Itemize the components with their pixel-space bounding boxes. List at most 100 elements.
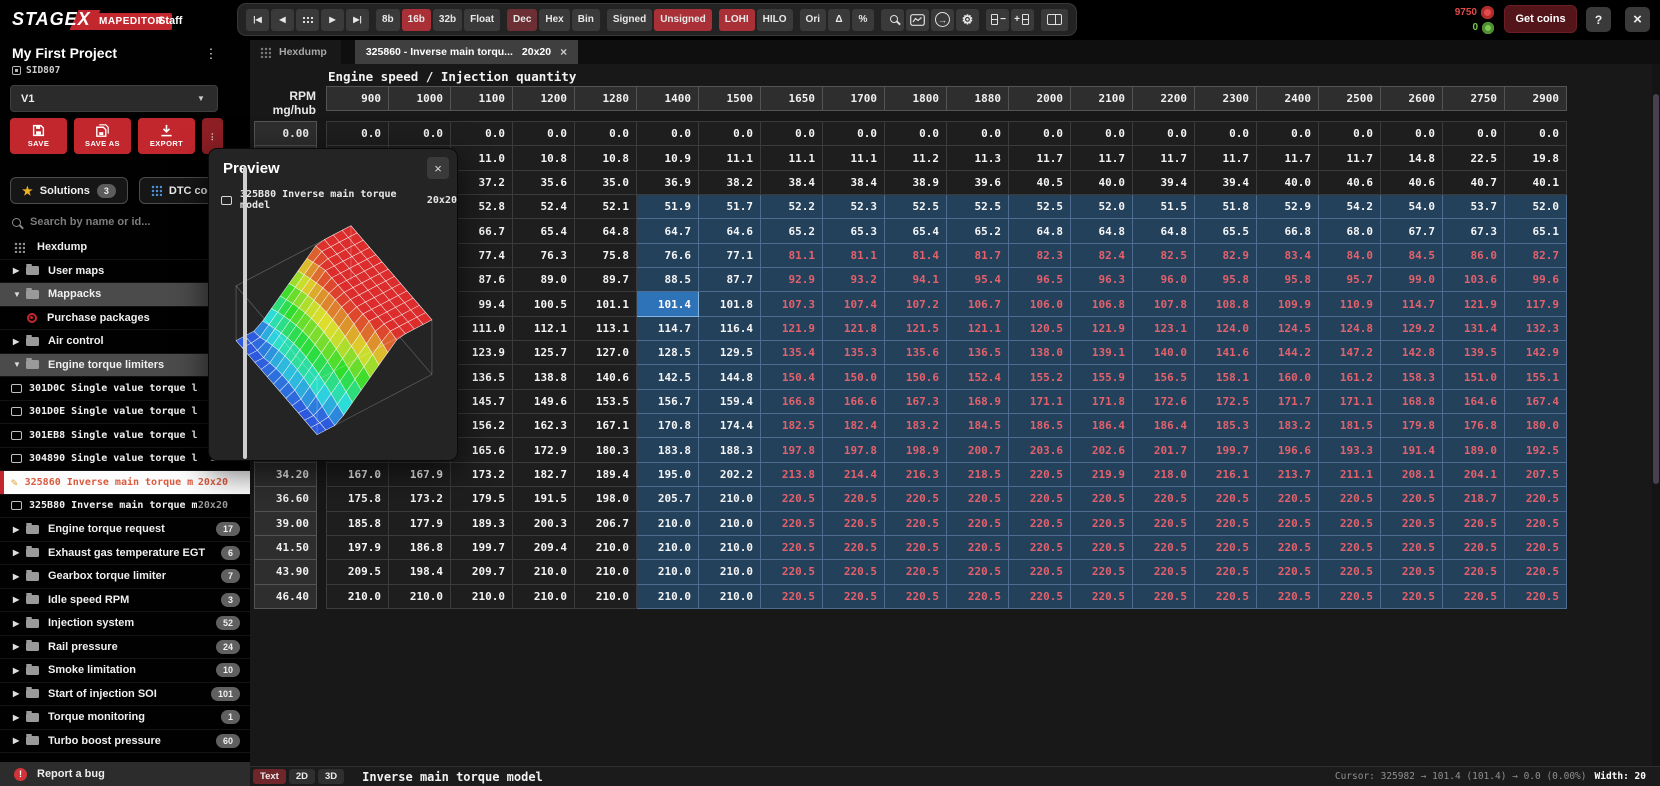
table-cell[interactable]: 220.5 — [1195, 511, 1257, 536]
table-cell[interactable]: 11.0 — [451, 146, 513, 171]
table-cell[interactable]: 144.8 — [699, 365, 761, 390]
save-as-button[interactable]: SAVE AS — [74, 118, 131, 154]
table-cell[interactable]: 161.2 — [1319, 365, 1381, 390]
table-cell[interactable]: 210.0 — [637, 511, 699, 536]
table-cell[interactable]: 220.5 — [947, 511, 1009, 536]
table-cell[interactable]: 200.3 — [513, 511, 575, 536]
table-cell[interactable]: 77.1 — [699, 243, 761, 269]
tree-folder-gearbox-torque-limiter[interactable]: ▶ Gearbox torque limiter 7 — [0, 565, 250, 589]
table-cell[interactable]: 149.6 — [513, 389, 575, 415]
table-cell[interactable]: 220.5 — [1009, 560, 1071, 585]
table-cell[interactable]: 191.5 — [513, 487, 575, 512]
table-cell[interactable]: 135.4 — [761, 341, 823, 366]
table-cell[interactable]: 52.5 — [947, 195, 1009, 220]
lohi-button[interactable]: LOHI — [718, 8, 755, 31]
table-cell[interactable]: 84.0 — [1319, 243, 1381, 269]
table-cell[interactable]: 202.6 — [1071, 438, 1133, 463]
table-cell[interactable]: 101.8 — [699, 292, 761, 317]
table-cell[interactable]: 100.5 — [513, 292, 575, 317]
table-cell[interactable]: 220.5 — [1319, 487, 1381, 512]
table-cell[interactable]: 158.3 — [1381, 365, 1443, 390]
table-cell[interactable]: 209.4 — [513, 535, 575, 561]
table-cell[interactable]: 0.0 — [451, 122, 513, 147]
col-header-900[interactable]: 900 — [327, 87, 389, 111]
table-cell[interactable]: 220.5 — [947, 535, 1009, 561]
table-cell[interactable]: 38.2 — [699, 170, 761, 196]
table-cell[interactable]: 179.8 — [1381, 414, 1443, 439]
table-cell[interactable]: 67.3 — [1443, 219, 1505, 244]
table-cell[interactable]: 220.5 — [1071, 511, 1133, 536]
table-cell[interactable]: 82.5 — [1133, 243, 1195, 269]
col-header-2500[interactable]: 2500 — [1319, 87, 1381, 111]
table-cell[interactable]: 14.8 — [1381, 146, 1443, 171]
table-cell[interactable]: 220.5 — [1009, 511, 1071, 536]
table-cell[interactable]: 152.4 — [947, 365, 1009, 390]
table-cell[interactable]: 172.6 — [1133, 389, 1195, 415]
table-cell[interactable]: 186.4 — [1133, 414, 1195, 439]
table-cell[interactable]: 173.2 — [451, 462, 513, 488]
table-cell[interactable]: 64.8 — [1009, 219, 1071, 244]
table-cell[interactable]: 87.6 — [451, 268, 513, 293]
table-cell[interactable]: 52.4 — [513, 195, 575, 220]
table-cell[interactable]: 128.5 — [637, 341, 699, 366]
table-cell[interactable]: 65.2 — [947, 219, 1009, 244]
table-cell[interactable]: 124.5 — [1257, 316, 1319, 342]
table-cell[interactable]: 138.8 — [513, 365, 575, 390]
table-cell[interactable]: 220.5 — [1195, 535, 1257, 561]
table-cell[interactable]: 220.5 — [1009, 535, 1071, 561]
table-cell[interactable]: 0.0 — [1133, 122, 1195, 147]
tree-folder-injection-system[interactable]: ▶ Injection system 52 — [0, 612, 250, 636]
col-header-2300[interactable]: 2300 — [1195, 87, 1257, 111]
table-cell[interactable]: 185.8 — [327, 511, 389, 536]
hilo-button[interactable]: HILO — [756, 8, 793, 31]
table-cell[interactable]: 193.3 — [1319, 438, 1381, 463]
table-cell[interactable]: 220.5 — [1505, 487, 1567, 512]
table-cell[interactable]: 40.5 — [1009, 170, 1071, 196]
table-cell[interactable]: 220.5 — [1319, 584, 1381, 609]
original-values-button[interactable]: Ori — [799, 8, 826, 31]
table-cell[interactable]: 210.0 — [699, 511, 761, 536]
get-coins-button[interactable]: Get coins — [1504, 5, 1577, 33]
table-cell[interactable]: 213.7 — [1257, 462, 1319, 488]
table-cell[interactable]: 107.4 — [823, 292, 885, 317]
table-cell[interactable]: 202.2 — [699, 462, 761, 488]
table-cell[interactable]: 52.0 — [1505, 195, 1567, 220]
table-cell[interactable]: 182.4 — [823, 414, 885, 439]
table-cell[interactable]: 139.1 — [1071, 341, 1133, 366]
main-scrollbar-thumb[interactable] — [1653, 94, 1659, 484]
table-cell[interactable]: 110.9 — [1319, 292, 1381, 317]
table-cell[interactable]: 95.7 — [1319, 268, 1381, 293]
table-cell[interactable]: 11.1 — [699, 146, 761, 171]
col-header-1700[interactable]: 1700 — [823, 87, 885, 111]
table-cell[interactable]: 151.0 — [1443, 365, 1505, 390]
table-cell[interactable]: 99.6 — [1505, 268, 1567, 293]
table-cell[interactable]: 197.9 — [327, 535, 389, 561]
table-cell[interactable]: 40.1 — [1505, 170, 1567, 196]
table-cell[interactable]: 40.0 — [1257, 170, 1319, 196]
table-cell[interactable]: 0.0 — [513, 122, 575, 147]
table-cell[interactable]: 188.3 — [699, 438, 761, 463]
table-cell[interactable]: 189.3 — [451, 511, 513, 536]
table-cell[interactable]: 218.5 — [947, 462, 1009, 488]
table-cell[interactable]: 220.5 — [1257, 487, 1319, 512]
table-cell[interactable]: 51.8 — [1195, 195, 1257, 220]
table-cell[interactable]: 167.0 — [327, 462, 389, 488]
table-cell[interactable]: 35.6 — [513, 170, 575, 196]
table-cell[interactable]: 220.5 — [761, 560, 823, 585]
table-cell[interactable]: 121.9 — [1443, 292, 1505, 317]
row-header[interactable]: 0.00 — [255, 122, 317, 147]
table-cell[interactable]: 65.4 — [513, 219, 575, 244]
table-cell[interactable]: 0.0 — [885, 122, 947, 147]
next-page-button[interactable]: ▶ — [321, 8, 344, 31]
table-cell[interactable]: 183.2 — [885, 414, 947, 439]
table-cell[interactable]: 220.5 — [823, 487, 885, 512]
col-header-2100[interactable]: 2100 — [1071, 87, 1133, 111]
table-cell[interactable]: 220.5 — [1009, 487, 1071, 512]
table-cell[interactable]: 108.8 — [1195, 292, 1257, 317]
table-cell[interactable]: 135.6 — [885, 341, 947, 366]
table-cell[interactable]: 86.0 — [1443, 243, 1505, 269]
table-cell[interactable]: 220.5 — [1071, 560, 1133, 585]
signed-button[interactable]: Signed — [606, 8, 653, 31]
table-cell[interactable]: 206.7 — [575, 511, 637, 536]
table-cell[interactable]: 64.7 — [637, 219, 699, 244]
